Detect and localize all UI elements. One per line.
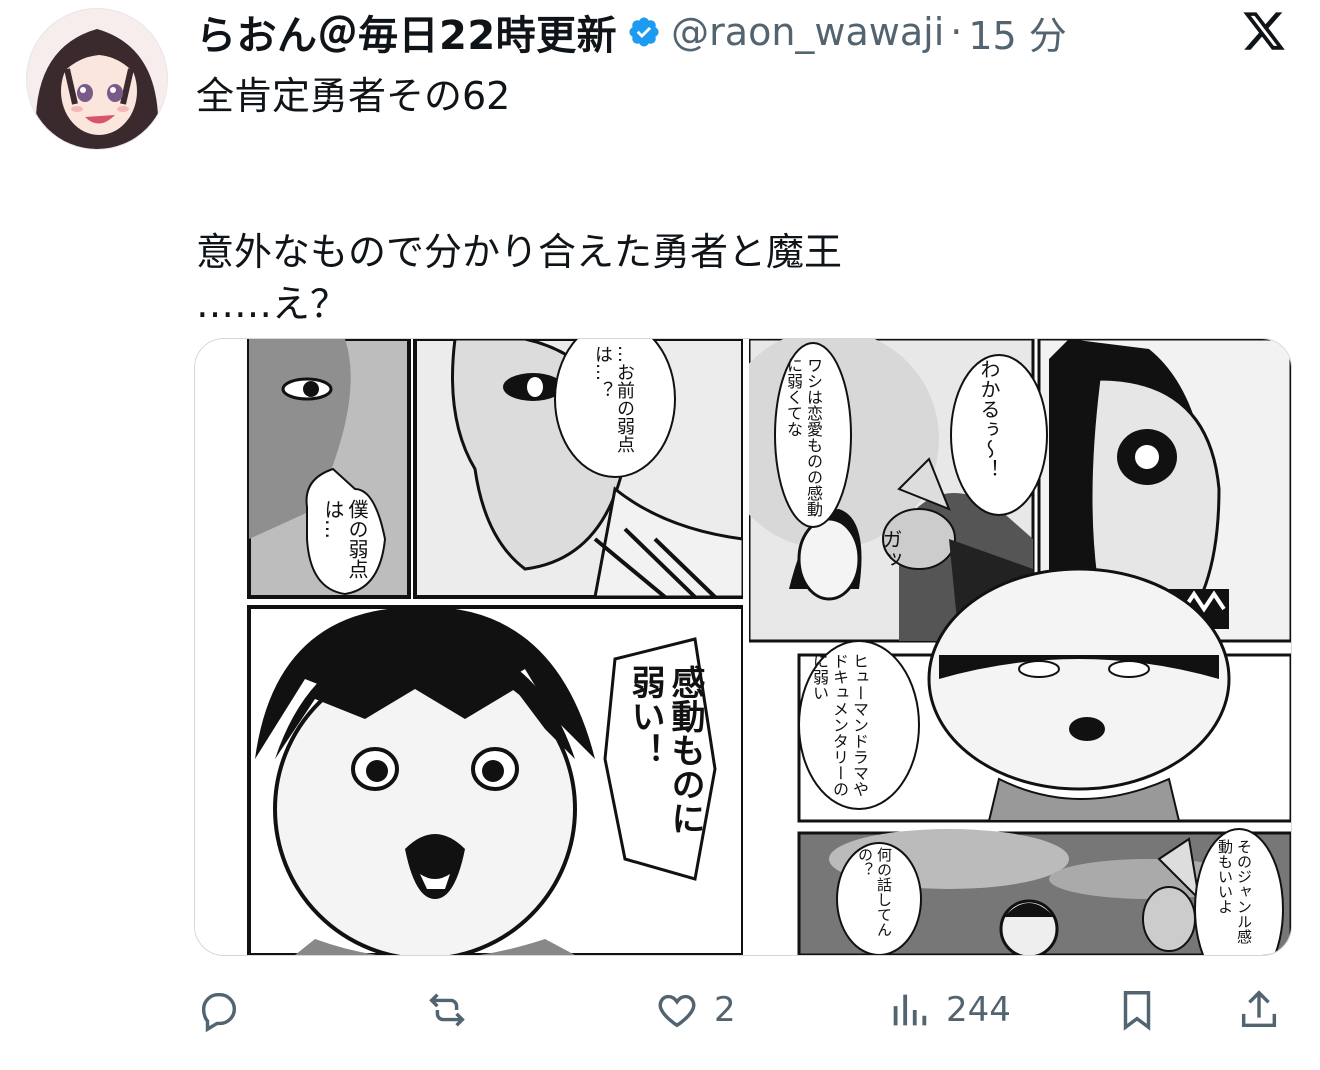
action-bar: 2 244: [196, 980, 1286, 1040]
bookmark-icon: [1123, 991, 1151, 1031]
tweet-text: 全肯定勇者その62 意外なもので分かり合えた勇者と魔王 ……え？: [196, 70, 1276, 330]
handle[interactable]: @raon_wawaji: [671, 10, 944, 54]
reply-icon: [201, 992, 237, 1033]
timestamp[interactable]: 15 分: [968, 5, 1066, 60]
heart-icon: [658, 994, 696, 1028]
tweet-header: らおん＠毎日22時更新 @raon_wawaji · 15 分: [196, 3, 1067, 61]
bubble-p7b: そのジャンル感動もいいよ: [1216, 839, 1253, 944]
avatar[interactable]: [26, 8, 168, 150]
tweet-line-3: ……え？: [196, 282, 349, 326]
separator-dot: ·: [950, 10, 963, 54]
verified-badge-icon: [629, 17, 659, 47]
x-logo-icon[interactable]: [1238, 8, 1290, 54]
share-icon: [1241, 990, 1277, 1028]
bubble-p3: 感動ものに弱い！: [625, 665, 705, 835]
views-button[interactable]: 244: [886, 980, 1011, 1040]
like-button[interactable]: 2: [654, 980, 736, 1040]
bubble-p1: 僕の弱点は…: [321, 499, 369, 579]
bookmark-button[interactable]: [1114, 980, 1160, 1040]
views-chart-icon: [893, 994, 927, 1026]
bubble-p4b: わかるぅ〜！: [977, 359, 1001, 479]
views-count: 244: [946, 990, 1011, 1030]
bubble-p4a: ワシは恋愛ものの感動に弱くてな: [784, 357, 823, 517]
retweet-button[interactable]: [424, 980, 470, 1040]
like-count: 2: [714, 990, 736, 1030]
share-button[interactable]: [1236, 980, 1282, 1040]
tweet-line-1: 全肯定勇者その62: [196, 74, 511, 118]
retweet-icon: [429, 993, 465, 1027]
bubble-p7a: 何の話してんの？: [856, 847, 893, 937]
bubble-p2: …お前の弱点は…？: [592, 345, 635, 453]
bubble-p6: ヒューマンドラマやドキュメンタリーのに弱い: [810, 653, 869, 797]
manga-image-left[interactable]: 僕の弱点は… …お前の弱点は…？ 感動ものに弱い！: [195, 339, 743, 955]
reply-button[interactable]: [196, 980, 242, 1040]
tweet-line-2: 意外なもので分かり合えた勇者と魔王: [196, 230, 843, 274]
media-grid[interactable]: 僕の弱点は… …お前の弱点は…？ 感動ものに弱い！ ワシは恋愛ものの感動に弱くて…: [194, 338, 1292, 956]
sfx-p4: ガッ: [879, 529, 903, 569]
display-name[interactable]: らおん＠毎日22時更新: [196, 3, 617, 61]
manga-image-right[interactable]: ワシは恋愛ものの感動に弱くてな わかるぅ〜！ ガッ ヒューマンドラマやドキュメン…: [749, 339, 1291, 955]
